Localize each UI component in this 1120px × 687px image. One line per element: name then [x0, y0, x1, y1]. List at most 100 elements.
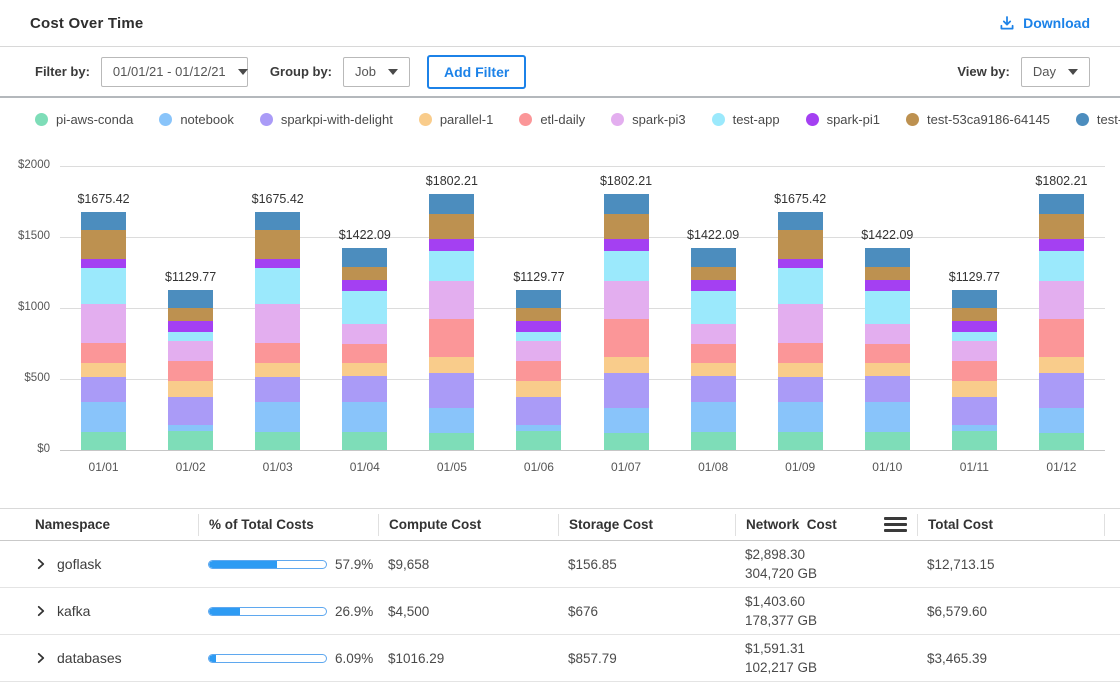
bar-segment-spark-pi3[interactable] [81, 304, 126, 343]
legend-item-etl-daily[interactable]: etl-daily [519, 112, 585, 127]
bar-segment-spark-pi1[interactable] [255, 259, 300, 268]
group-by-select[interactable]: Job [343, 57, 410, 87]
bar-segment-sparkpi-with-delight[interactable] [604, 373, 649, 408]
bar-segment-pi-aws-conda[interactable] [342, 432, 387, 450]
namespace-cell[interactable]: databases [35, 650, 198, 666]
chevron-right-icon[interactable] [35, 558, 47, 570]
bar-segment-test-app[interactable] [342, 291, 387, 324]
bar-segment-sparkpi-with-delight[interactable] [778, 377, 823, 403]
bar-segment-spark-pi1[interactable] [691, 280, 736, 291]
bar-segment-notebook[interactable] [255, 402, 300, 432]
bar-segment-notebook[interactable] [865, 402, 910, 432]
bar-segment-spark-pi1[interactable] [865, 280, 910, 291]
legend-item-notebook[interactable]: notebook [159, 112, 234, 127]
legend-item-spark-pi1[interactable]: spark-pi1 [806, 112, 880, 127]
bar-segment-parallel-1[interactable] [952, 381, 997, 397]
bar-segment-test-53ca9186-64145[interactable] [255, 230, 300, 259]
bar-segment-spark-pi3[interactable] [778, 304, 823, 343]
bar-segment-sparkpi-with-delight[interactable] [865, 376, 910, 402]
view-by-select[interactable]: Day [1021, 57, 1090, 87]
bar-segment-test-pkix[interactable] [865, 248, 910, 267]
legend-item-spark-pi3[interactable]: spark-pi3 [611, 112, 685, 127]
bar-segment-parallel-1[interactable] [865, 363, 910, 377]
bar-segment-pi-aws-conda[interactable] [691, 432, 736, 450]
bar-segment-etl-daily[interactable] [691, 344, 736, 363]
bar-segment-parallel-1[interactable] [1039, 357, 1084, 373]
bar-segment-test-53ca9186-64145[interactable] [1039, 214, 1084, 238]
bar-segment-test-app[interactable] [168, 332, 213, 341]
bar-segment-test-app[interactable] [691, 291, 736, 324]
bar-segment-test-app[interactable] [604, 251, 649, 281]
date-range-select[interactable]: 01/01/21 - 01/12/21 [101, 57, 248, 87]
bar-segment-etl-daily[interactable] [1039, 319, 1084, 357]
bar-segment-notebook[interactable] [342, 402, 387, 432]
bar-segment-test-53ca9186-64145[interactable] [516, 308, 561, 322]
bar-segment-notebook[interactable] [1039, 408, 1084, 434]
bar-segment-spark-pi3[interactable] [604, 281, 649, 319]
bar-segment-notebook[interactable] [604, 408, 649, 434]
legend-item-test-app[interactable]: test-app [712, 112, 780, 127]
legend-item-test-pkix[interactable]: test-pkix [1076, 112, 1120, 127]
bar-segment-spark-pi3[interactable] [865, 324, 910, 343]
bar-segment-spark-pi1[interactable] [604, 239, 649, 251]
bar-segment-spark-pi3[interactable] [168, 341, 213, 361]
bar-segment-etl-daily[interactable] [604, 319, 649, 357]
chevron-right-icon[interactable] [35, 605, 47, 617]
bar-segment-parallel-1[interactable] [778, 363, 823, 377]
bar-segment-sparkpi-with-delight[interactable] [691, 376, 736, 402]
bar-segment-spark-pi1[interactable] [778, 259, 823, 268]
bar-segment-test-app[interactable] [952, 332, 997, 341]
bar-segment-test-53ca9186-64145[interactable] [81, 230, 126, 259]
bar-segment-etl-daily[interactable] [429, 319, 474, 357]
bar-segment-test-53ca9186-64145[interactable] [691, 267, 736, 280]
legend-item-parallel-1[interactable]: parallel-1 [419, 112, 493, 127]
bar-segment-test-53ca9186-64145[interactable] [952, 308, 997, 322]
bar-segment-sparkpi-with-delight[interactable] [255, 377, 300, 403]
bar-segment-test-app[interactable] [778, 268, 823, 304]
bar-segment-etl-daily[interactable] [168, 361, 213, 381]
bar-segment-etl-daily[interactable] [255, 343, 300, 363]
bar-segment-test-pkix[interactable] [604, 194, 649, 214]
bar-segment-test-pkix[interactable] [691, 248, 736, 267]
namespace-cell[interactable]: goflask [35, 556, 198, 572]
bar-segment-sparkpi-with-delight[interactable] [1039, 373, 1084, 408]
bar-segment-etl-daily[interactable] [952, 361, 997, 381]
bar-segment-spark-pi3[interactable] [516, 341, 561, 361]
bar-segment-pi-aws-conda[interactable] [429, 433, 474, 450]
bar-segment-test-pkix[interactable] [778, 212, 823, 230]
bar-segment-sparkpi-with-delight[interactable] [168, 397, 213, 425]
bar-segment-test-53ca9186-64145[interactable] [168, 308, 213, 322]
bar-segment-pi-aws-conda[interactable] [865, 432, 910, 450]
namespace-cell[interactable]: kafka [35, 603, 198, 619]
bar-segment-test-53ca9186-64145[interactable] [342, 267, 387, 280]
bar-segment-notebook[interactable] [778, 402, 823, 432]
chevron-right-icon[interactable] [35, 652, 47, 664]
bar-segment-pi-aws-conda[interactable] [168, 431, 213, 450]
bar-segment-test-53ca9186-64145[interactable] [865, 267, 910, 280]
bar-segment-test-53ca9186-64145[interactable] [604, 214, 649, 238]
bar-segment-spark-pi1[interactable] [516, 321, 561, 332]
bar-segment-spark-pi3[interactable] [429, 281, 474, 319]
bar-segment-notebook[interactable] [81, 402, 126, 432]
bar-segment-notebook[interactable] [429, 408, 474, 434]
bar-segment-parallel-1[interactable] [168, 381, 213, 397]
bar-segment-parallel-1[interactable] [691, 363, 736, 377]
column-settings-icon[interactable] [884, 517, 907, 532]
bar-segment-test-53ca9186-64145[interactable] [778, 230, 823, 259]
bar-segment-spark-pi1[interactable] [81, 259, 126, 268]
bar-segment-test-app[interactable] [865, 291, 910, 324]
bar-segment-pi-aws-conda[interactable] [81, 432, 126, 450]
bar-segment-spark-pi3[interactable] [952, 341, 997, 361]
legend-item-pi-aws-conda[interactable]: pi-aws-conda [35, 112, 133, 127]
bar-segment-test-pkix[interactable] [255, 212, 300, 230]
bar-segment-spark-pi1[interactable] [952, 321, 997, 332]
bar-segment-etl-daily[interactable] [516, 361, 561, 381]
bar-segment-pi-aws-conda[interactable] [255, 432, 300, 450]
bar-segment-sparkpi-with-delight[interactable] [342, 376, 387, 402]
bar-segment-pi-aws-conda[interactable] [516, 431, 561, 450]
bar-segment-spark-pi1[interactable] [429, 239, 474, 251]
bar-segment-parallel-1[interactable] [81, 363, 126, 377]
bar-segment-parallel-1[interactable] [604, 357, 649, 373]
bar-segment-sparkpi-with-delight[interactable] [429, 373, 474, 408]
bar-segment-test-app[interactable] [81, 268, 126, 304]
